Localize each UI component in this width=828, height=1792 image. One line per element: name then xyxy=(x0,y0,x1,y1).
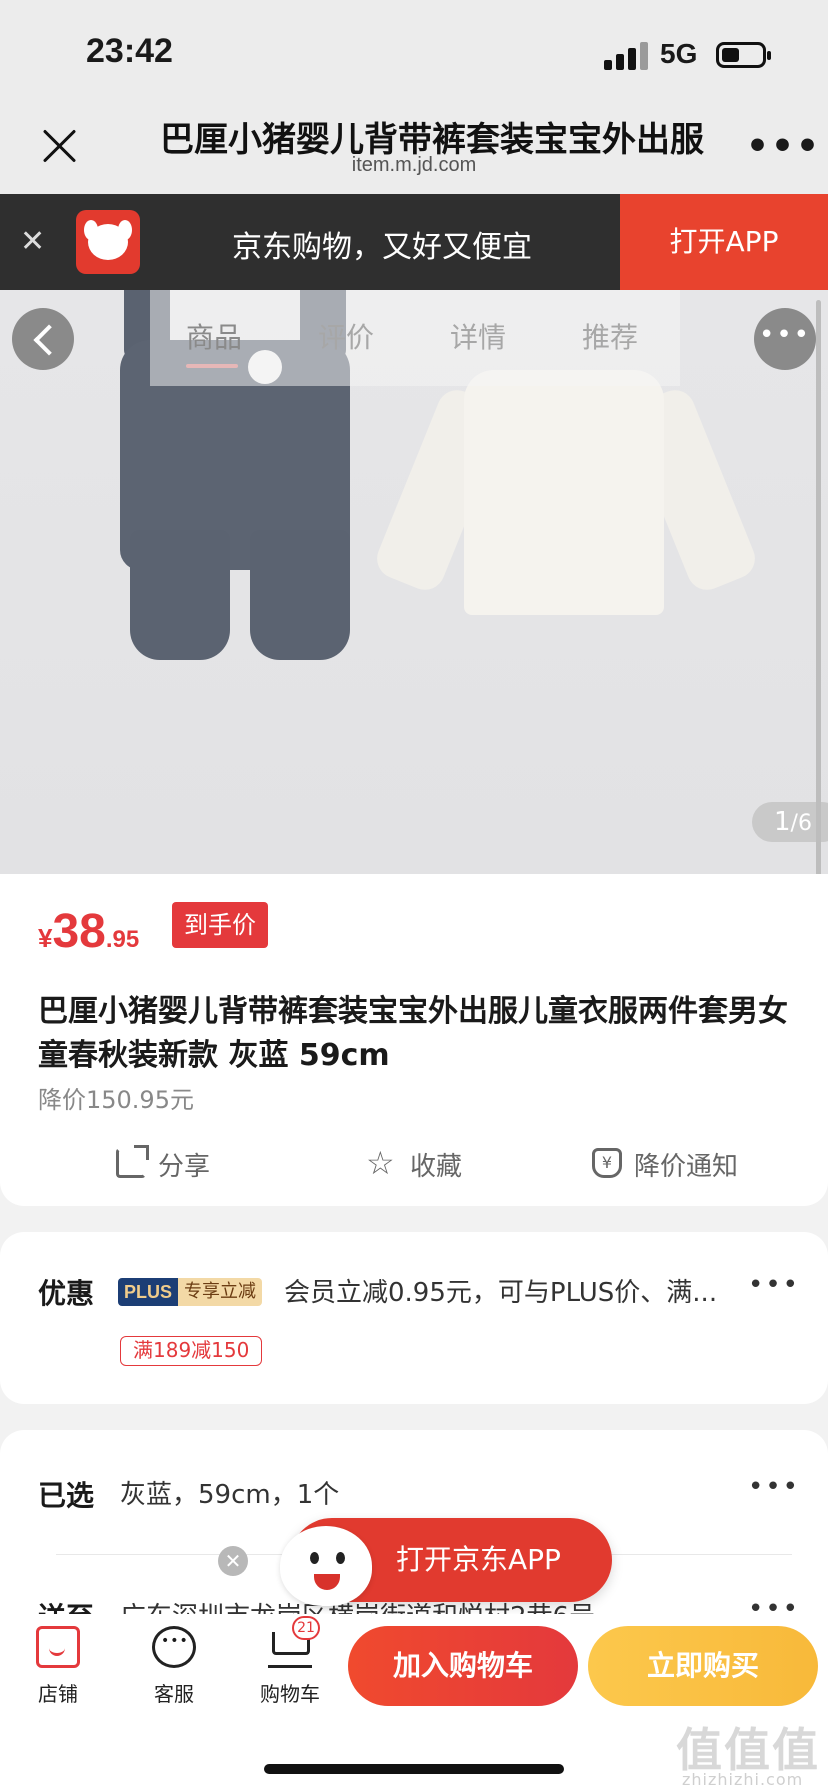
network-label: 5G xyxy=(660,38,698,69)
price-alert-icon[interactable]: ¥ xyxy=(592,1148,622,1178)
price-drop-note: 降价150.95元 xyxy=(38,1086,194,1114)
jd-logo-icon xyxy=(76,210,140,274)
signal-icon xyxy=(604,42,650,70)
status-bar: 23:42 5G xyxy=(0,0,828,104)
tab-recommend[interactable]: 推荐 xyxy=(582,316,638,356)
add-to-cart-button[interactable]: 加入购物车 xyxy=(348,1626,578,1706)
open-app-button[interactable]: 打开APP xyxy=(620,194,828,290)
star-icon[interactable]: ☆ xyxy=(366,1147,396,1179)
app-promo-banner: ✕ 京东购物，又好又便宜 打开APP xyxy=(0,194,828,290)
customer-service-icon xyxy=(152,1626,196,1668)
cart-label: 购物车 xyxy=(260,1682,320,1706)
gallery-tab-bar: 商品 评价 详情 推荐 xyxy=(150,290,680,386)
share-icon[interactable] xyxy=(116,1145,149,1178)
plus-badge: PLUS 专享立减 xyxy=(118,1278,263,1306)
battery-icon xyxy=(716,42,771,68)
product-info-card: ¥38.95 到手价 巴厘小猪婴儿背带裤套装宝宝外出服儿童衣服两件套男女童春秋装… xyxy=(0,874,828,1206)
tab-details[interactable]: 详情 xyxy=(450,316,506,356)
back-button[interactable] xyxy=(12,308,74,370)
store-icon xyxy=(36,1626,80,1668)
home-indicator[interactable] xyxy=(264,1764,564,1774)
tab-reviews[interactable]: 评价 xyxy=(318,316,374,356)
service-label: 客服 xyxy=(154,1682,194,1706)
promotion-card[interactable]: 优惠 PLUS 专享立减 会员立减0.95元，可与PLUS价、满... ••• 满… xyxy=(0,1232,828,1404)
tab-underline xyxy=(186,364,238,368)
cart-button[interactable]: 购物车 xyxy=(250,1626,330,1707)
promotion-description: 会员立减0.95元，可与PLUS价、满... xyxy=(284,1278,718,1308)
selection-more-icon[interactable]: ••• xyxy=(748,1472,800,1502)
favorite-button[interactable]: 收藏 xyxy=(410,1146,462,1183)
product-title: 巴厘小猪婴儿背带裤套装宝宝外出服儿童衣服两件套男女童春秋装新款 灰蓝 59cm xyxy=(38,994,788,1073)
bottom-action-bar: 店铺 客服 购物车 21 加入购物车 立即购买 值值值 zhizhizhi.co… xyxy=(0,1614,828,1792)
final-price-badge: 到手价 xyxy=(172,902,268,948)
service-button[interactable]: 客服 xyxy=(134,1626,214,1707)
buy-now-button[interactable]: 立即购买 xyxy=(588,1626,818,1706)
floating-close-icon[interactable]: ✕ xyxy=(218,1546,248,1576)
selected-value: 灰蓝，59cm，1个 xyxy=(120,1480,340,1510)
coupon-tag[interactable]: 满189减150 xyxy=(120,1336,263,1366)
banner-slogan: 京东购物，又好又便宜 xyxy=(232,230,532,265)
gallery-more-button[interactable]: ••• xyxy=(754,308,816,370)
price-alert-button[interactable]: 降价通知 xyxy=(634,1146,738,1183)
page-scrollbar[interactable] xyxy=(816,300,821,960)
cart-count-badge: 21 xyxy=(292,1616,320,1640)
watermark-logo: 值值值 zhizhizhi.com xyxy=(676,1723,820,1789)
jd-mascot-icon xyxy=(262,1518,380,1622)
price: ¥38.95 xyxy=(38,905,140,958)
share-button[interactable]: 分享 xyxy=(158,1146,210,1183)
product-image-shirt xyxy=(371,350,761,630)
store-button[interactable]: 店铺 xyxy=(18,1626,98,1707)
banner-close-icon[interactable]: ✕ xyxy=(20,224,45,259)
more-menu-button[interactable]: ••• xyxy=(746,126,821,167)
promotion-more-icon[interactable]: ••• xyxy=(748,1270,800,1300)
selected-label: 已选 xyxy=(38,1479,95,1512)
tab-product[interactable]: 商品 xyxy=(186,316,242,356)
product-gallery[interactable]: 商品 评价 详情 推荐 ••• 1/6 xyxy=(0,290,828,874)
page-url: item.m.jd.com xyxy=(351,154,477,176)
status-time: 23:42 xyxy=(86,32,173,70)
promotion-label: 优惠 xyxy=(38,1277,95,1310)
nav-header: 巴厘小猪婴儿背带裤套装宝宝外出服 item.m.jd.com ••• xyxy=(0,104,828,194)
store-label: 店铺 xyxy=(38,1682,78,1706)
